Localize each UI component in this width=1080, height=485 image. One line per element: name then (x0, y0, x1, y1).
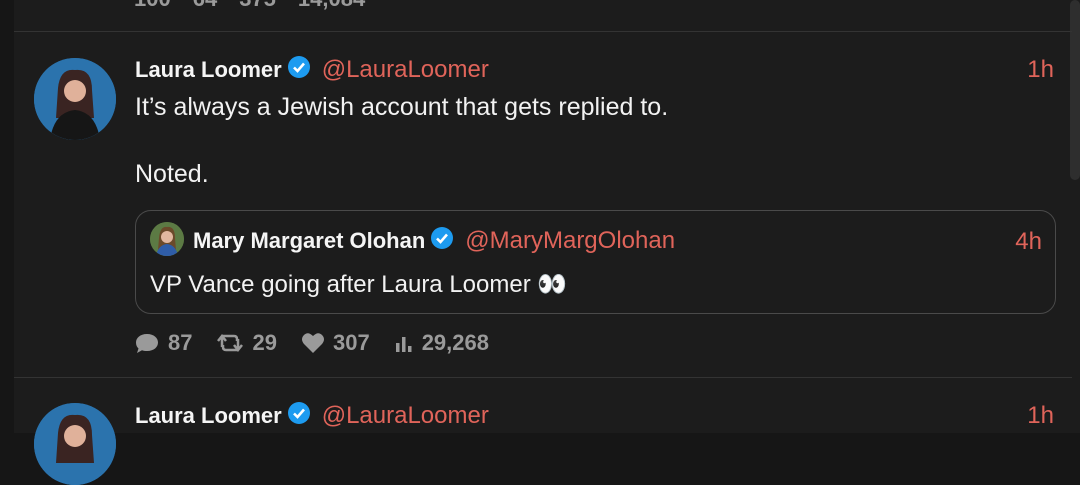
quote-avatar[interactable] (150, 222, 184, 256)
verified-icon (287, 56, 310, 84)
author-name[interactable]: Laura Loomer (135, 57, 282, 83)
quote-author-handle[interactable]: @MaryMargOlohan (465, 227, 675, 255)
post-time[interactable]: 1h (1027, 56, 1054, 84)
quote-author-name[interactable]: Mary Margaret Olohan (193, 228, 425, 254)
reply-count: 100 (134, 0, 171, 12)
author-handle[interactable]: @LauraLoomer (322, 56, 489, 84)
views-icon (395, 337, 412, 352)
reply-icon (136, 334, 158, 353)
view-count: 14,084 (298, 0, 365, 12)
verified-icon (431, 227, 454, 255)
view-stat[interactable]: 29,268 (394, 330, 489, 356)
divider (14, 31, 1072, 32)
reply-count: 87 (168, 330, 193, 355)
next-post-time[interactable]: 1h (1027, 402, 1054, 430)
repost-count: 29 (252, 330, 277, 355)
repost-count: 64 (193, 0, 217, 12)
scrollbar[interactable] (1070, 0, 1080, 180)
next-author-name[interactable]: Laura Loomer (135, 403, 282, 429)
repost-stat[interactable]: 29 (216, 330, 277, 356)
like-count: 307 (332, 330, 370, 355)
like-count: 375 (239, 0, 276, 12)
post-text-line-2: Noted. (135, 160, 209, 188)
verified-icon (287, 402, 310, 430)
post-stats: 87 29 307 29,268 (134, 330, 513, 356)
quote-text: VP Vance going after Laura Loomer 👀 (150, 271, 568, 298)
next-avatar[interactable] (34, 403, 116, 485)
quote-header: Mary Margaret Olohan @MaryMargOlohan (193, 227, 675, 255)
previous-post-stats: 100 64 375 14,084 (134, 0, 387, 12)
next-author-handle[interactable]: @LauraLoomer (322, 402, 489, 430)
view-count: 29,268 (421, 330, 489, 355)
like-stat[interactable]: 307 (301, 330, 370, 356)
reply-stat[interactable]: 87 (134, 330, 192, 356)
divider (14, 377, 1072, 378)
avatar[interactable] (34, 58, 116, 140)
heart-icon (301, 333, 324, 353)
post-text-line-1: It’s always a Jewish account that gets r… (135, 93, 669, 121)
quote-time[interactable]: 4h (1015, 228, 1042, 256)
repost-icon (217, 333, 244, 353)
next-post-header: Laura Loomer @LauraLoomer (135, 402, 489, 430)
post-header: Laura Loomer @LauraLoomer (135, 56, 489, 84)
